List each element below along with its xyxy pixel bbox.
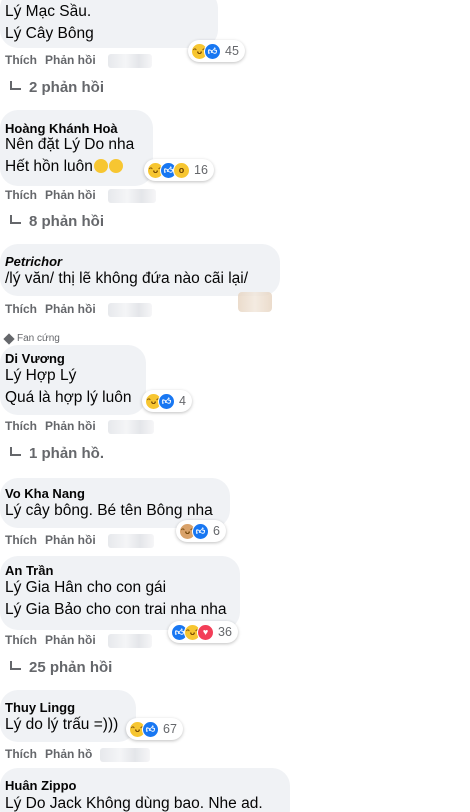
reaction-summary[interactable]: ᵔᴗᵔ 👍︎ 6 <box>176 520 226 542</box>
comment-text: Lý Do Jack Không dùng bao. Nhe ad. <box>5 795 263 812</box>
replies-label: 8 phản hồi <box>29 213 104 230</box>
comment-text: Lý Gia Bảo cho con trai nha nha <box>5 601 227 618</box>
comment-text: Hết hồn luôn <box>5 158 123 176</box>
reaction-blur <box>238 292 272 312</box>
comment-text: Lý Cây Bông <box>5 25 94 42</box>
reaction-count: 6 <box>213 524 220 538</box>
reaction-count: 16 <box>194 163 208 177</box>
comment-text: Lý Hợp Lý <box>5 367 77 384</box>
reaction-summary[interactable]: ᵔᴗᵔ 👍︎ 45 <box>188 40 245 62</box>
comment-actions: Thích Phản hồi <box>5 533 104 547</box>
reaction-summary[interactable]: ᵔᴗᵔ 👍︎ o 16 <box>144 159 214 181</box>
timestamp-blur <box>108 54 152 68</box>
wow-reaction-icon: o <box>173 161 190 179</box>
fan-badge: Fan cứng <box>3 332 60 345</box>
like-link[interactable]: Thích <box>5 747 37 761</box>
comment-author[interactable]: Petrichor <box>5 254 62 269</box>
like-link[interactable]: Thích <box>5 419 37 433</box>
love-reaction-icon: ♥ <box>197 623 214 641</box>
reaction-summary[interactable]: ᵔᴗᵔ 👍︎ 4 <box>142 390 192 412</box>
reaction-count: 4 <box>179 394 186 408</box>
reply-link[interactable]: Phản hồi <box>45 533 96 547</box>
view-replies-link[interactable]: 25 phản hồi <box>10 659 112 676</box>
like-reaction-icon: 👍︎ <box>142 720 159 738</box>
timestamp-blur <box>108 534 154 548</box>
comment-text: Lý Mạc Sầu. <box>5 3 92 20</box>
timestamp-blur <box>108 303 152 317</box>
diamond-icon <box>3 332 15 345</box>
replies-label: 1 phản hồ. <box>29 445 104 462</box>
reaction-summary[interactable]: ᵔᴗᵔ 👍︎ 67 <box>126 718 183 740</box>
like-link[interactable]: Thích <box>5 633 37 647</box>
reply-link[interactable]: Phản hồ <box>45 747 92 761</box>
comment-author[interactable]: An Trần <box>5 563 53 578</box>
comment-actions: Thích Phản hồi <box>5 302 104 316</box>
comment-text: Nên đặt Lý Do nha <box>5 136 135 153</box>
comment-author[interactable]: Huân Zippo <box>5 778 77 793</box>
comment-text: Quá là hợp lý luôn <box>5 389 132 406</box>
laughing-emoji-icon <box>108 159 123 173</box>
comment-author[interactable]: Vo Kha Nang <box>5 486 85 501</box>
timestamp-blur <box>108 189 156 203</box>
comment-actions: Thích Phản hồi <box>5 633 104 647</box>
view-replies-link[interactable]: 1 phản hồ. <box>10 445 104 462</box>
reply-link[interactable]: Phản hồi <box>45 419 96 433</box>
timestamp-blur <box>100 748 150 762</box>
comment-author[interactable]: Hoàng Khánh Hoà <box>5 121 118 136</box>
comment-author[interactable]: Di Vương <box>5 351 65 366</box>
reply-link[interactable]: Phản hồi <box>45 188 96 202</box>
comment-text: Lý Gia Hân cho con gái <box>5 579 167 596</box>
comment-author[interactable]: Thuy Lingg <box>5 700 75 715</box>
reaction-count: 45 <box>225 44 239 58</box>
like-reaction-icon: 👍︎ <box>204 42 221 60</box>
reply-arrow-icon <box>10 215 21 224</box>
comment-text: Lý cây bông. Bé tên Bông nha <box>5 502 213 519</box>
reply-link[interactable]: Phản hồi <box>45 53 96 67</box>
reaction-count: 67 <box>163 722 177 736</box>
reply-link[interactable]: Phản hồi <box>45 302 96 316</box>
reply-arrow-icon <box>10 447 21 456</box>
like-reaction-icon: 👍︎ <box>158 392 175 410</box>
timestamp-blur <box>108 420 154 434</box>
comment-actions: Thích Phản hồi <box>5 188 104 202</box>
reply-arrow-icon <box>10 661 21 670</box>
reply-arrow-icon <box>10 81 21 90</box>
view-replies-link[interactable]: 2 phản hồi <box>10 79 104 96</box>
like-reaction-icon: 👍︎ <box>192 522 209 540</box>
like-link[interactable]: Thích <box>5 53 37 67</box>
reply-link[interactable]: Phản hồi <box>45 633 96 647</box>
like-link[interactable]: Thích <box>5 302 37 316</box>
comment-actions: Thích Phản hồi <box>5 419 104 433</box>
reaction-count: 36 <box>218 625 232 639</box>
comment-text: Lý do lý trấu =))) <box>5 716 119 733</box>
timestamp-blur <box>108 634 152 648</box>
comment-text: /lý văn/ thị lẽ không đứa nào cãi lại/ <box>5 270 249 287</box>
replies-label: 2 phản hồi <box>29 79 104 96</box>
replies-label: 25 phản hồi <box>29 659 113 676</box>
comment-actions: Thích Phản hồ <box>5 747 100 761</box>
view-replies-link[interactable]: 8 phản hồi <box>10 213 104 230</box>
like-link[interactable]: Thích <box>5 188 37 202</box>
reaction-summary[interactable]: 👍︎ ᵔᴗᵔ ♥ 36 <box>168 621 238 643</box>
laughing-emoji-icon <box>93 159 108 173</box>
comment-actions: Thích Phản hồi <box>5 53 104 67</box>
like-link[interactable]: Thích <box>5 533 37 547</box>
